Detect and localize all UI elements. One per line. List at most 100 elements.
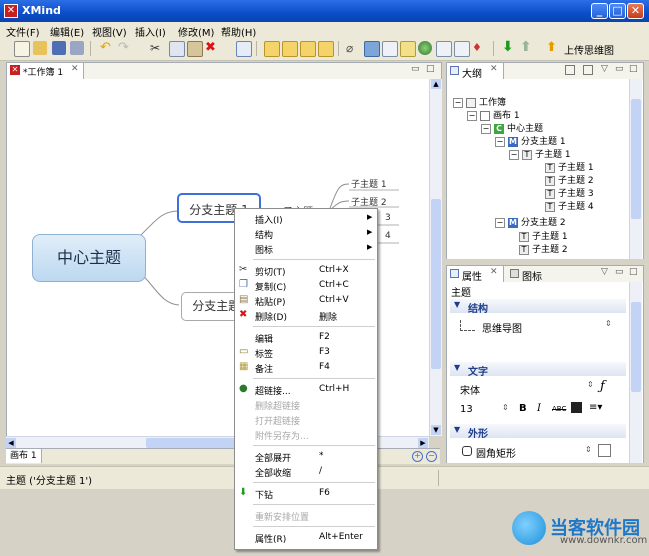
marker-icon[interactable]: ♦ <box>472 41 486 55</box>
text-align-icon[interactable]: ≡▾ <box>589 402 602 413</box>
font-size-select[interactable]: 13 <box>460 404 473 415</box>
vertical-scrollbar[interactable]: ▲ ▼ <box>429 79 442 436</box>
menu-view[interactable]: 视图(V) <box>92 24 127 39</box>
context-menu-item[interactable]: ▦ 备注 F4 <box>235 360 377 375</box>
tree-item[interactable]: T 子主题 4 <box>545 199 594 212</box>
save-icon[interactable] <box>52 41 66 55</box>
collapse-icon[interactable]: − <box>481 123 491 134</box>
insert-floating-icon[interactable] <box>318 41 334 57</box>
context-menu-item[interactable]: ⬇ 下钻 F6 <box>235 486 377 501</box>
attachment-icon[interactable]: ⌀ <box>346 41 360 55</box>
insert-topic-icon[interactable] <box>264 41 280 57</box>
font-dropdown-icon[interactable]: ⇕ <box>587 380 594 389</box>
context-menu-item[interactable]: ● 超链接... Ctrl+H <box>235 382 377 397</box>
context-menu-item[interactable]: 结构 ▶ <box>235 226 377 241</box>
relationship-icon[interactable] <box>382 41 398 57</box>
context-menu-item[interactable]: ✖ 删除(D) 删除 <box>235 308 377 323</box>
context-menu-item[interactable]: 全部展开 * <box>235 449 377 464</box>
tab-outline[interactable]: 大纲 ✕ <box>447 63 504 80</box>
zoom-out-icon[interactable]: − <box>426 451 437 462</box>
tree-item[interactable]: T 子主题 1 <box>519 229 568 242</box>
strikethrough-button[interactable]: ABC <box>552 405 566 413</box>
maximize-view-icon[interactable]: □ <box>629 267 638 277</box>
outline-toolbar-icon[interactable] <box>583 65 593 75</box>
maximize-view-icon[interactable]: □ <box>629 64 638 74</box>
scroll-thumb[interactable] <box>431 199 441 369</box>
tree-item[interactable]: − T 子主题 1 <box>509 147 571 160</box>
menu-edit[interactable]: 编辑(E) <box>50 24 84 39</box>
drill-down-icon[interactable]: ⬇ <box>502 40 516 55</box>
paste-icon[interactable] <box>187 41 203 57</box>
notes-icon[interactable] <box>400 41 416 57</box>
close-tab-icon[interactable]: ✕ <box>490 267 498 277</box>
redo-icon[interactable]: ↷ <box>118 41 132 55</box>
scroll-right-arrow[interactable]: ▶ <box>418 438 428 448</box>
central-topic[interactable]: 中心主题 <box>32 234 146 282</box>
title-bar[interactable]: ✕ XMind _ □ ✕ <box>0 0 649 22</box>
sub-topic-2[interactable]: 子主题 2 <box>351 195 387 208</box>
context-menu-item[interactable]: ✂ 剪切(T) Ctrl+X <box>235 263 377 278</box>
minimize-view-icon[interactable]: ▭ <box>615 267 624 277</box>
tree-item[interactable]: − C 中心主题 <box>481 121 543 134</box>
upload-map-button[interactable]: ⬆ 上传思维图 <box>544 41 640 58</box>
tab-icons[interactable]: 图标 <box>507 266 559 283</box>
context-menu-item[interactable]: 图标 ▶ <box>235 241 377 256</box>
structure-section-header[interactable]: ▼ 结构 <box>450 299 626 315</box>
minimize-button[interactable]: _ <box>591 3 608 19</box>
tree-item[interactable]: − 工作簿 <box>453 95 506 108</box>
tab-workbook[interactable]: ✕ *工作簿 1 ✕ <box>7 63 84 79</box>
scroll-up-arrow[interactable]: ▲ <box>431 79 441 89</box>
collapse-icon[interactable]: − <box>509 149 519 160</box>
save-all-icon[interactable] <box>70 41 84 55</box>
bold-button[interactable]: B <box>519 403 527 414</box>
collapse-icon[interactable]: − <box>495 136 505 147</box>
insert-subtopic-icon[interactable] <box>282 41 298 57</box>
italic-button[interactable]: I <box>537 403 541 414</box>
open-folder-icon[interactable] <box>33 41 47 55</box>
maximize-view-icon[interactable]: □ <box>426 64 435 74</box>
context-menu-item[interactable]: 插入(I) ▶ <box>235 211 377 226</box>
menu-help[interactable]: 帮助(H) <box>221 24 256 39</box>
sub-topic-1[interactable]: 子主题 1 <box>351 177 387 190</box>
scroll-thumb[interactable] <box>631 99 641 219</box>
font-size-dropdown-icon[interactable]: ⇕ <box>502 403 509 412</box>
minimize-view-icon[interactable]: ▭ <box>615 64 624 74</box>
tree-item[interactable]: T 子主题 3 <box>545 186 594 199</box>
summary-icon[interactable] <box>454 41 470 57</box>
context-menu-item[interactable]: ❐ 复制(C) Ctrl+C <box>235 278 377 293</box>
scroll-thumb[interactable] <box>631 302 641 392</box>
new-icon[interactable] <box>14 41 30 57</box>
undo-icon[interactable]: ↶ <box>100 41 114 55</box>
properties-scrollbar[interactable] <box>629 282 642 463</box>
minimize-view-icon[interactable]: ▭ <box>411 64 420 74</box>
sub-topic-4[interactable]: 4 <box>385 231 391 241</box>
font-chooser-icon[interactable]: ƒ <box>600 379 605 394</box>
text-section-header[interactable]: ▼ 文字 <box>450 362 626 378</box>
cut-icon[interactable]: ✂ <box>150 41 164 55</box>
tree-item[interactable]: T 子主题 2 <box>519 242 568 255</box>
outline-toolbar-icon[interactable] <box>565 65 575 75</box>
close-button[interactable]: ✕ <box>627 3 644 19</box>
text-color-button[interactable] <box>571 402 582 413</box>
scroll-left-arrow[interactable]: ◀ <box>6 438 16 448</box>
collapse-icon[interactable]: − <box>495 217 505 228</box>
map-icon[interactable] <box>236 41 252 57</box>
structure-value[interactable]: 思维导图 <box>482 320 522 335</box>
tree-item[interactable]: − 画布 1 <box>467 108 520 121</box>
copy-icon[interactable] <box>169 41 185 57</box>
image-icon[interactable] <box>364 41 380 57</box>
zoom-in-icon[interactable]: + <box>412 451 423 462</box>
menu-insert[interactable]: 插入(I) <box>135 24 166 39</box>
appearance-section-header[interactable]: ▼ 外形 <box>450 424 626 440</box>
boundary-icon[interactable] <box>436 41 452 57</box>
tree-item[interactable]: T 子主题 1 <box>545 160 594 173</box>
close-tab-icon[interactable]: ✕ <box>71 64 79 74</box>
scroll-down-arrow[interactable]: ▼ <box>431 425 441 435</box>
tree-item[interactable]: − M 分支主题 1 <box>495 134 566 147</box>
drill-up-icon[interactable]: ⬆ <box>520 40 534 55</box>
sheet-tab[interactable]: 画布 1 <box>6 449 42 463</box>
menu-file[interactable]: 文件(F) <box>6 24 40 39</box>
shape-dropdown-icon[interactable]: ⇕ <box>585 445 592 454</box>
tab-properties[interactable]: 属性 ✕ <box>447 266 504 283</box>
context-menu-item[interactable]: 属性(R) Alt+Enter <box>235 530 377 545</box>
